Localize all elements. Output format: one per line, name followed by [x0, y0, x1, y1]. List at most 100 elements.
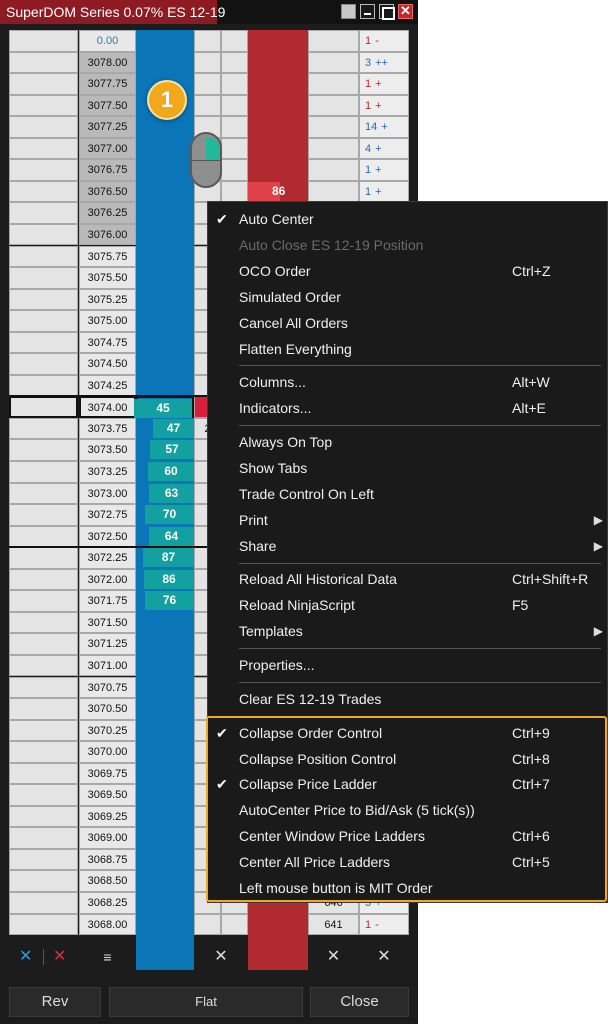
bid-size-cell[interactable]: 86 [136, 569, 194, 591]
buy-order-cell[interactable] [9, 180, 78, 203]
price-cell[interactable]: 3074.25 [79, 374, 136, 397]
menu-item[interactable]: Share ▶ [208, 534, 607, 559]
bid-size-cell[interactable] [136, 720, 194, 742]
price-cell[interactable]: 3068.75 [79, 848, 136, 871]
reverse-button[interactable]: Rev [9, 987, 101, 1017]
price-cell[interactable]: 3072.75 [79, 504, 136, 526]
price-cell[interactable]: 3076.75 [79, 159, 136, 181]
bid-size-cell[interactable]: 87 [136, 547, 194, 569]
price-cell[interactable]: 3077.75 [79, 73, 136, 95]
buy-order-cell[interactable] [9, 30, 78, 52]
price-cell[interactable]: 3068.50 [79, 870, 136, 892]
buy-order-cell[interactable] [9, 439, 78, 461]
ask-size-cell[interactable] [248, 30, 308, 52]
price-cell[interactable]: 3073.75 [79, 417, 136, 440]
sell-order-cell[interactable] [308, 116, 359, 138]
price-cell[interactable]: 3069.25 [79, 805, 136, 828]
bid-size-cell[interactable] [136, 375, 194, 397]
sell-order-cell[interactable] [308, 51, 359, 74]
menu-icon[interactable]: ≡ [79, 946, 136, 968]
buy-order-cell[interactable] [9, 51, 78, 74]
buy-order-cell[interactable] [9, 784, 78, 806]
buy-order-cell[interactable] [9, 504, 78, 526]
bid-size-cell[interactable]: 64 [136, 526, 194, 548]
buy-order-cell[interactable] [9, 741, 78, 763]
price-cell[interactable]: 3070.50 [79, 698, 136, 720]
cancel-icon[interactable]: ✕ [194, 946, 248, 968]
price-cell[interactable]: 3071.25 [79, 633, 136, 655]
price-cell[interactable]: 3071.00 [79, 654, 136, 677]
price-cell[interactable]: 3069.00 [79, 827, 136, 849]
bid-size-cell[interactable] [136, 763, 194, 785]
price-cell[interactable]: 3075.75 [79, 245, 136, 267]
menu-item[interactable]: Flatten Everything [208, 337, 607, 362]
cancel-sell-icon[interactable]: ✕ [53, 946, 66, 968]
menu-item[interactable]: Cancel All Orders [208, 311, 607, 336]
buy-order-cell[interactable] [9, 245, 78, 267]
buy-order-cell[interactable] [9, 137, 78, 160]
buy-order-cell[interactable] [9, 223, 78, 246]
buy-order-cell[interactable] [9, 633, 78, 655]
bid-size-cell[interactable] [136, 159, 194, 181]
ask-size-cell[interactable] [248, 914, 308, 936]
bid-size-cell[interactable] [136, 633, 194, 655]
bid-size-cell[interactable]: 76 [136, 590, 194, 612]
buy-order-cell[interactable] [9, 676, 78, 698]
buy-order-cell[interactable] [9, 547, 78, 569]
buy-order-cell[interactable] [9, 73, 78, 95]
buy-order-cell[interactable] [9, 590, 78, 612]
price-cell[interactable]: 3075.50 [79, 267, 136, 289]
menu-item[interactable]: Always On Top [208, 430, 607, 455]
bid-size-cell[interactable]: 57 [136, 439, 194, 461]
price-cell[interactable]: 3072.25 [79, 547, 136, 569]
ask-size-cell[interactable] [248, 159, 308, 181]
bid-size-cell[interactable] [136, 246, 194, 268]
price-cell[interactable]: 3074.00 [79, 396, 136, 418]
cancel-buy-orders[interactable]: ✕ ✕ [9, 946, 78, 968]
price-cell[interactable]: 3072.50 [79, 525, 136, 548]
price-cell[interactable]: 3077.00 [79, 137, 136, 160]
buy-order-cell[interactable] [9, 913, 78, 936]
price-cell[interactable]: 3073.50 [79, 439, 136, 461]
price-cell[interactable]: 3072.00 [79, 568, 136, 591]
price-cell[interactable]: 3069.75 [79, 762, 136, 785]
buy-order-cell[interactable] [9, 762, 78, 785]
menu-item[interactable]: Print ▶ [208, 508, 607, 533]
minimize-icon[interactable] [360, 4, 375, 19]
price-cell[interactable]: 3071.75 [79, 590, 136, 612]
bid-size-cell[interactable] [136, 870, 194, 892]
sell-order-cell[interactable] [308, 159, 359, 181]
menu-item[interactable]: Columns... Alt+W [208, 370, 607, 395]
buy-order-cell[interactable] [9, 310, 78, 332]
bid-size-cell[interactable] [136, 267, 194, 289]
bid-size-cell[interactable] [136, 892, 194, 914]
sell-order-cell[interactable] [308, 94, 359, 117]
bid-size-cell[interactable] [136, 784, 194, 806]
window-settings-button[interactable] [341, 4, 356, 19]
bid-size-cell[interactable] [136, 181, 194, 203]
buy-order-cell[interactable] [9, 202, 78, 224]
bid-size-cell[interactable] [136, 30, 194, 52]
flat-button[interactable]: Flat [109, 987, 303, 1017]
buy-order-cell[interactable] [9, 870, 78, 892]
buy-order-cell[interactable] [9, 267, 78, 289]
menu-item[interactable]: Clear ES 12-19 Trades [208, 687, 607, 712]
title-bar[interactable]: SuperDOM Series 0.07% ES 12-19 ✕ [0, 0, 418, 24]
buy-order-cell[interactable] [9, 827, 78, 849]
buy-order-cell[interactable] [9, 331, 78, 354]
close-position-button[interactable]: Close [310, 987, 409, 1017]
menu-item[interactable]: Show Tabs [208, 456, 607, 481]
buy-order-cell[interactable] [9, 461, 78, 483]
bid-size-cell[interactable]: 47 [136, 418, 194, 440]
ask-size-cell[interactable]: 86 [248, 181, 308, 203]
cancel-volume-icon[interactable]: ✕ [359, 946, 409, 968]
sell-order-cell[interactable] [308, 137, 359, 160]
bid-size-cell[interactable] [136, 655, 194, 677]
sell-order-cell[interactable] [308, 30, 359, 52]
cancel-buy-icon[interactable]: ✕ [19, 946, 32, 968]
ask-size-cell[interactable] [248, 95, 308, 117]
price-cell[interactable]: 0.00 [79, 30, 136, 52]
buy-order-cell[interactable] [9, 719, 78, 742]
menu-item[interactable]: Reload All Historical Data Ctrl+Shift+R [208, 567, 607, 592]
sell-order-cell[interactable] [308, 180, 359, 203]
